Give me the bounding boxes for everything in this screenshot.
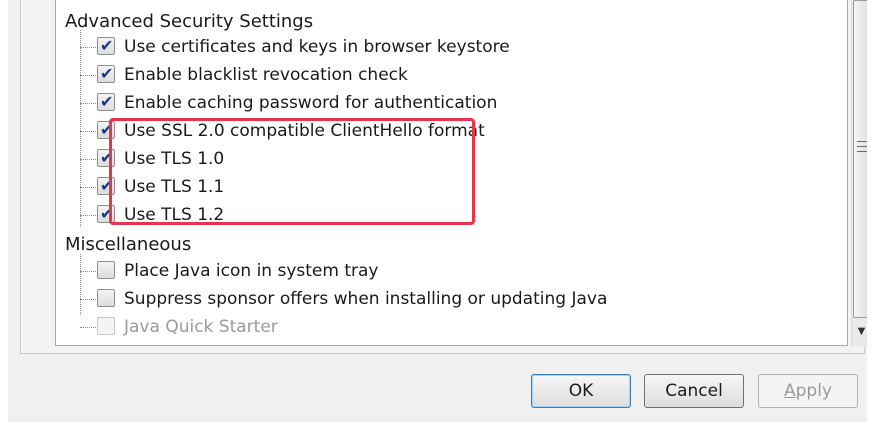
setting-label: Place Java icon in system tray — [124, 261, 379, 281]
setting-ssl2-clienthello[interactable]: Use SSL 2.0 compatible ClientHello forma… — [56, 118, 485, 144]
setting-blacklist-revocation[interactable]: Enable blacklist revocation check — [56, 62, 476, 88]
window-edge-bottom — [0, 422, 877, 430]
tree-branch-line — [80, 131, 96, 132]
setting-tls-1-2[interactable]: Use TLS 1.2 — [56, 202, 476, 228]
checkbox-certificates-keystore[interactable] — [97, 36, 115, 56]
tree-branch-line — [80, 327, 96, 328]
setting-label: Java Quick Starter — [124, 317, 278, 337]
setting-label: Enable blacklist revocation check — [124, 65, 408, 85]
checkbox-java-quick-starter — [97, 317, 115, 335]
checkbox-tls-1-0[interactable] — [97, 148, 115, 168]
checkbox-blacklist-revocation[interactable] — [97, 64, 115, 84]
advanced-tab-panel: Advanced Security Settings Use certifica… — [20, 0, 871, 354]
setting-label: Suppress sponsor offers when installing … — [124, 289, 608, 309]
setting-caching-password[interactable]: Enable caching password for authenticati… — [56, 90, 497, 116]
setting-label: Use TLS 1.0 — [124, 149, 225, 169]
tree-branch-line — [80, 47, 96, 48]
window-edge-right — [867, 0, 877, 430]
setting-label: Use certificates and keys in browser key… — [124, 37, 510, 57]
apply-mnemonic: A — [783, 381, 796, 401]
cancel-button[interactable]: Cancel — [644, 374, 744, 408]
tree-branch-line — [80, 159, 96, 160]
section-heading-advanced-security: Advanced Security Settings — [65, 11, 314, 32]
setting-tls-1-0[interactable]: Use TLS 1.0 — [56, 146, 476, 172]
tree-branch-line — [80, 299, 96, 300]
apply-button[interactable]: Apply — [758, 374, 858, 408]
tree-branch-line — [80, 271, 96, 272]
grip-icon — [857, 141, 867, 152]
setting-certificates-keystore[interactable]: Use certificates and keys in browser key… — [56, 34, 510, 60]
tree-branch-line — [80, 103, 96, 104]
checkbox-tls-1-1[interactable] — [97, 176, 115, 196]
checkbox-caching-password[interactable] — [97, 92, 115, 112]
setting-label: Use TLS 1.2 — [124, 205, 225, 225]
tree-branch-line — [80, 187, 96, 188]
tree-branch-line — [80, 215, 96, 216]
ok-button[interactable]: OK — [531, 374, 631, 408]
checkbox-java-tray-icon[interactable] — [97, 261, 115, 279]
window-edge-left — [0, 0, 8, 430]
setting-java-tray-icon[interactable]: Place Java icon in system tray — [56, 258, 476, 284]
tree-branch-line — [80, 75, 96, 76]
settings-tree: Advanced Security Settings Use certifica… — [55, 0, 848, 346]
setting-suppress-sponsor-offers[interactable]: Suppress sponsor offers when installing … — [56, 286, 607, 312]
setting-tls-1-1[interactable]: Use TLS 1.1 — [56, 174, 476, 200]
checkbox-ssl2-clienthello[interactable] — [97, 120, 115, 140]
setting-java-quick-starter: Java Quick Starter — [56, 314, 476, 340]
setting-label: Use TLS 1.1 — [124, 177, 225, 197]
apply-label-rest: pply — [795, 381, 832, 401]
dialog-button-bar: OK Cancel Apply — [20, 362, 865, 422]
setting-label: Enable caching password for authenticati… — [124, 93, 498, 113]
setting-label: Use SSL 2.0 compatible ClientHello forma… — [124, 121, 485, 141]
section-heading-miscellaneous: Miscellaneous — [65, 234, 192, 255]
java-control-panel-dialog: Advanced Security Settings Use certifica… — [0, 0, 877, 430]
checkbox-tls-1-2[interactable] — [97, 204, 115, 224]
checkbox-suppress-sponsor-offers[interactable] — [97, 289, 115, 307]
